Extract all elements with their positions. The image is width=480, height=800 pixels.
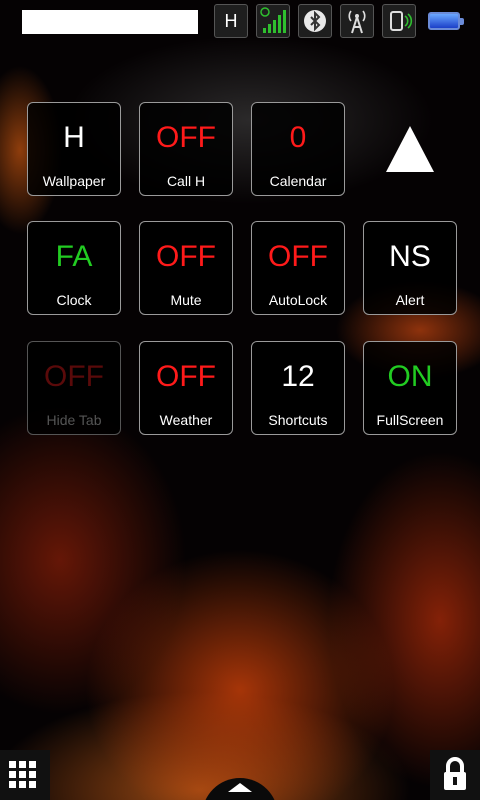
tile-value: OFF xyxy=(156,360,216,393)
wallpaper-toggle[interactable]: H Wallpaper xyxy=(27,102,121,196)
alert-toggle[interactable]: NS Alert xyxy=(363,221,457,315)
up-arrow-icon[interactable] xyxy=(386,126,434,172)
title-field xyxy=(22,10,198,34)
home-screen: H H Wallpaper OFF Call H 0 Calendar FA C… xyxy=(0,0,480,800)
tile-label: Wallpaper xyxy=(42,173,106,189)
tile-label: Shortcuts xyxy=(268,412,328,428)
clock-toggle[interactable]: FA Clock xyxy=(27,221,121,315)
lock-icon xyxy=(444,757,466,790)
status-bar: H xyxy=(0,0,480,44)
vibrate-icon xyxy=(382,4,416,38)
lock-button[interactable] xyxy=(430,750,480,800)
tile-value: OFF xyxy=(268,240,328,273)
antenna-tower-icon xyxy=(340,4,374,38)
tile-value: H xyxy=(63,121,85,154)
home-chevron-icon[interactable] xyxy=(202,778,278,800)
tile-value: 12 xyxy=(281,360,315,393)
signal-strength-icon xyxy=(256,4,290,38)
hide-tab-toggle[interactable]: OFF Hide Tab xyxy=(27,341,121,435)
tile-label: Call H xyxy=(166,173,206,189)
network-type-icon: H xyxy=(214,4,248,38)
network-type-label: H xyxy=(224,10,238,31)
shortcuts-toggle[interactable]: 12 Shortcuts xyxy=(251,341,345,435)
tile-value: ON xyxy=(387,360,433,393)
autolock-toggle[interactable]: OFF AutoLock xyxy=(251,221,345,315)
tile-label: FullScreen xyxy=(376,412,444,428)
bluetooth-icon xyxy=(298,4,332,38)
weather-toggle[interactable]: OFF Weather xyxy=(139,341,233,435)
tile-value: NS xyxy=(389,240,431,273)
tile-value: OFF xyxy=(156,240,216,273)
tile-label: Weather xyxy=(159,412,213,428)
tile-value: 0 xyxy=(289,121,307,154)
call-h-toggle[interactable]: OFF Call H xyxy=(139,102,233,196)
calendar-toggle[interactable]: 0 Calendar xyxy=(251,102,345,196)
tile-label: Alert xyxy=(395,292,425,308)
tile-label: AutoLock xyxy=(268,292,328,308)
tile-label: Clock xyxy=(56,292,92,308)
tile-value: FA xyxy=(55,240,93,273)
fullscreen-toggle[interactable]: ON FullScreen xyxy=(363,341,457,435)
app-grid-button[interactable] xyxy=(0,750,50,800)
tile-value: OFF xyxy=(156,121,216,154)
battery-icon xyxy=(428,12,464,30)
tile-value: OFF xyxy=(44,360,104,393)
tile-label: Calendar xyxy=(269,173,327,189)
tile-label: Mute xyxy=(170,292,202,308)
tile-label: Hide Tab xyxy=(46,412,102,428)
mute-toggle[interactable]: OFF Mute xyxy=(139,221,233,315)
